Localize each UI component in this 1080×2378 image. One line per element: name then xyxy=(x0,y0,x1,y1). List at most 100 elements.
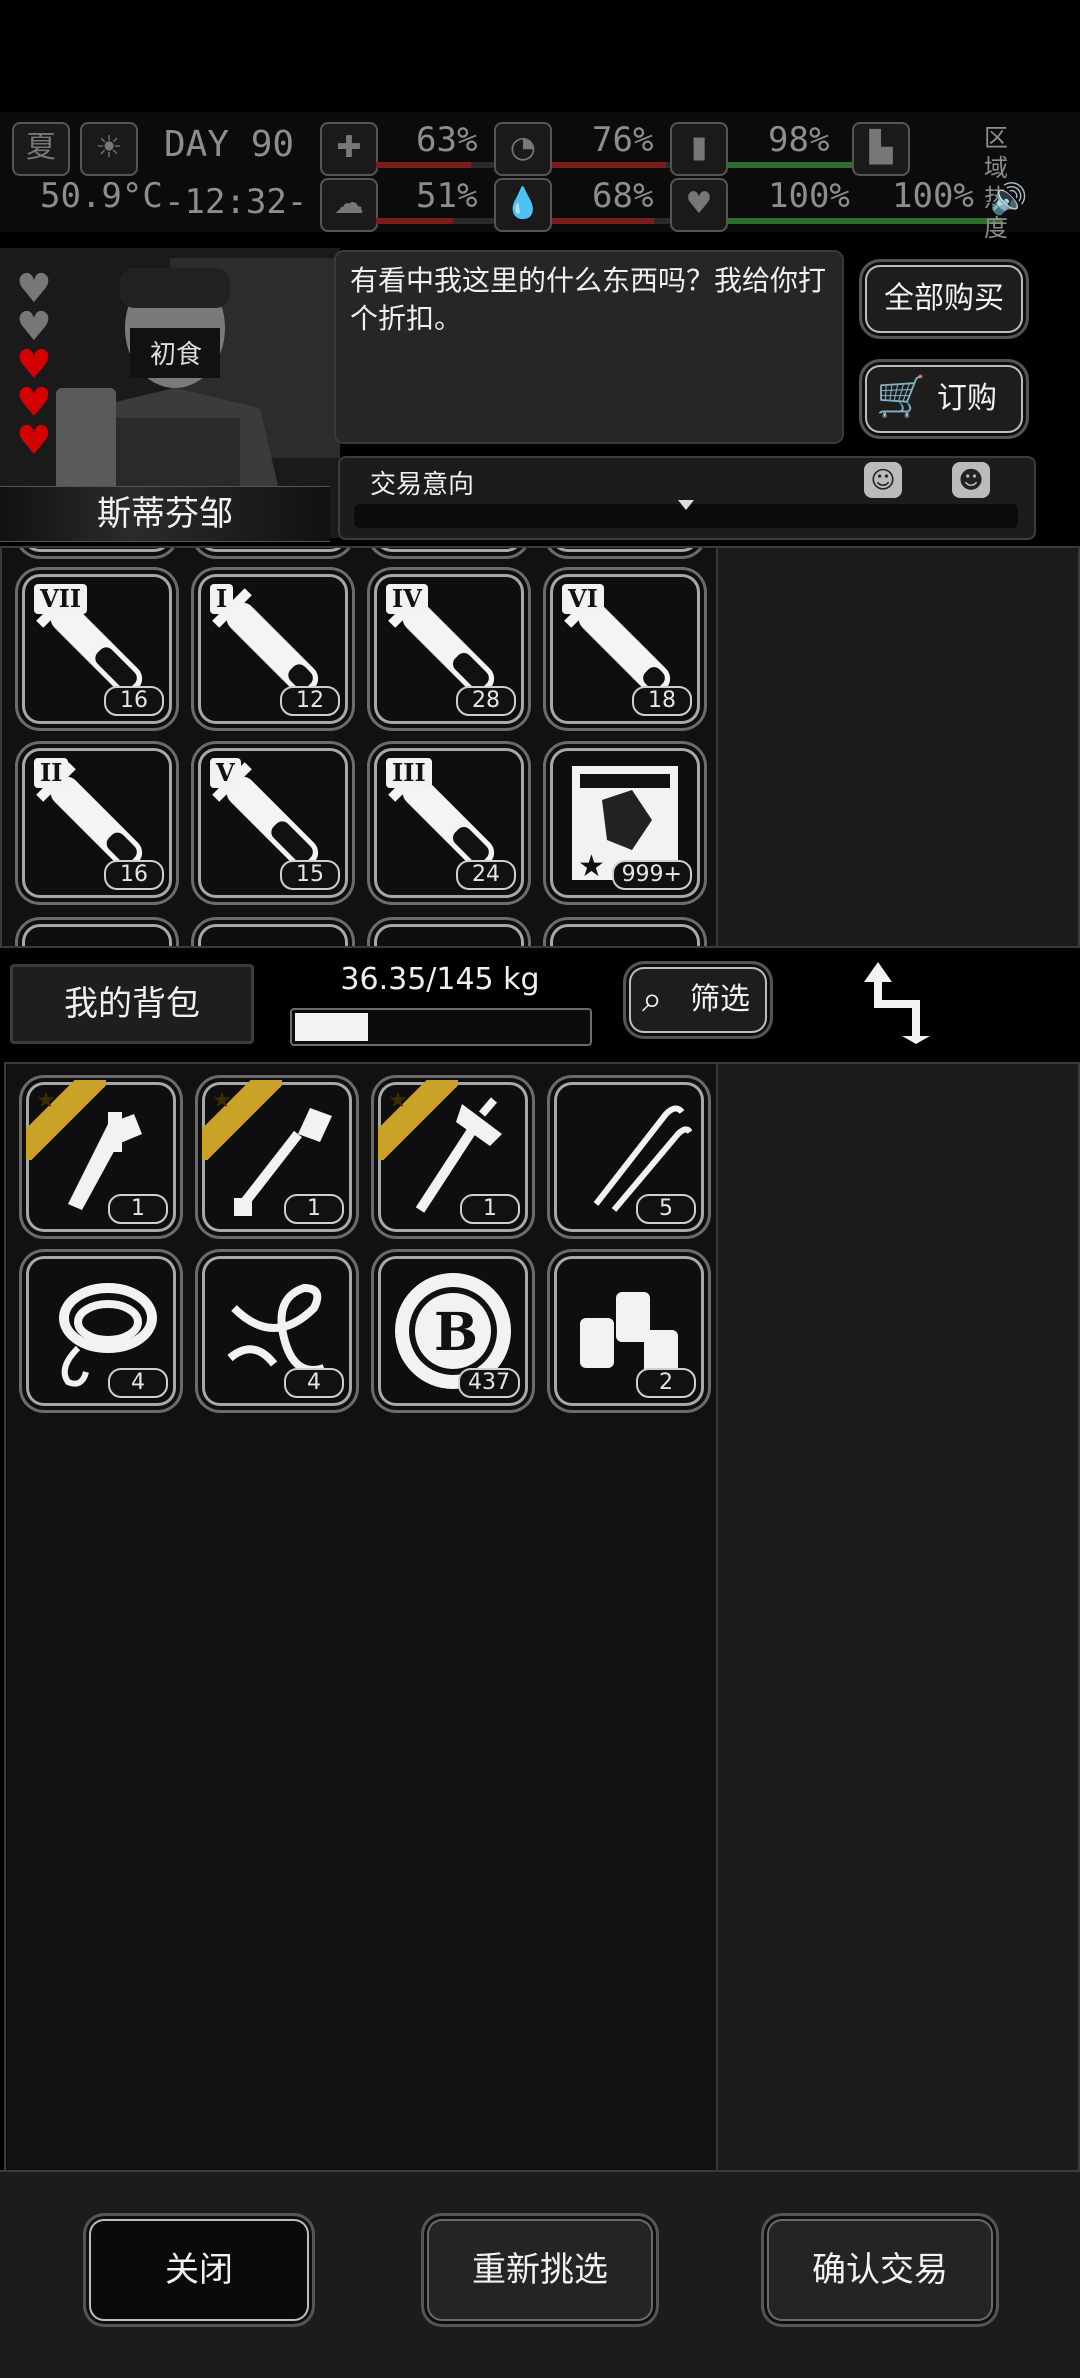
stat-level-fill xyxy=(552,218,654,224)
clock-value: -12:32- xyxy=(164,182,308,222)
neutral-face-icon: ☺ xyxy=(864,462,902,498)
trader-dialogue: 有看中我这里的什么东西吗？我给你打个折扣。 xyxy=(334,250,844,444)
water-drop-icon: 💧 xyxy=(494,178,552,232)
item-quantity: 28 xyxy=(456,686,516,716)
item-quantity: 1 xyxy=(108,1194,168,1224)
shop-item-slot-partial[interactable] xyxy=(18,548,176,556)
shop-item-slot[interactable]: VI 18 xyxy=(546,570,704,728)
backpack-detail-panel xyxy=(716,1062,1080,2174)
shop-item-slot[interactable]: III 24 xyxy=(370,744,528,902)
happy-face-icon: ☻ xyxy=(952,462,990,498)
status-bar: 夏 ☀ DAY 90 50.9°C -12:32- ✚ 63% ◔ 76% ▮ … xyxy=(0,112,1080,242)
tier-badge: V xyxy=(210,758,241,788)
cart-icon: 🛒 xyxy=(876,374,926,420)
health-stat: 63% xyxy=(376,120,526,168)
swap-arrows xyxy=(864,962,930,1044)
order-button[interactable]: 🛒 订购 xyxy=(862,362,1026,436)
shop-item-slot[interactable]: V 15 xyxy=(194,744,352,902)
trade-intent-label: 交易意向 xyxy=(370,470,475,500)
shop-item-slot-partial[interactable] xyxy=(194,548,352,556)
weight-bar-fill xyxy=(295,1013,369,1041)
season-icon: 夏 xyxy=(12,122,70,176)
shop-item-grid: VII 16 I 12 IV 28 VI 18 II 16 V 15 III 24 ★ 999+ xyxy=(0,546,718,948)
item-quantity: 4 xyxy=(284,1368,344,1398)
backpack-item-slot[interactable]: ★ 1 xyxy=(198,1078,356,1236)
tier-badge: VI xyxy=(562,584,604,614)
heart-empty-icon: ♥ xyxy=(16,266,52,312)
temperature-value: 50.9°C xyxy=(40,176,163,216)
backpack-item-grid: ★ 1 ★ 1 ★ 1 5 4 4 B 437 2 xyxy=(4,1062,718,2174)
backpack-item-slot[interactable]: 4 xyxy=(22,1252,180,1410)
shop-item-slot-partial[interactable] xyxy=(546,920,704,946)
filter-button[interactable]: ⌕ 筛选 xyxy=(626,964,770,1036)
item-quantity: 24 xyxy=(456,860,516,890)
speaker-icon[interactable]: 🔊 xyxy=(990,182,1027,217)
backpack-label: 我的背包 xyxy=(10,964,254,1044)
weight-bar xyxy=(290,1008,592,1046)
item-quantity: 1 xyxy=(284,1194,344,1224)
heart-filled-icon: ♥ xyxy=(16,380,52,426)
shop-item-slot-partial[interactable] xyxy=(370,920,528,946)
item-quantity: 16 xyxy=(104,860,164,890)
medkit-icon: ✚ xyxy=(320,122,378,176)
stomach-icon: ◔ xyxy=(494,122,552,176)
sun-icon: ☀ xyxy=(80,122,138,176)
reselect-button[interactable]: 重新挑选 xyxy=(424,2216,656,2324)
intent-marker xyxy=(678,500,694,510)
trade-intent-panel: 交易意向 ☺ ☻ xyxy=(338,456,1036,540)
backpack-item-slot[interactable]: ★ 1 xyxy=(22,1078,180,1236)
backpack-item-slot[interactable]: ★ 1 xyxy=(374,1078,532,1236)
shop-item-slot-partial[interactable] xyxy=(370,548,528,556)
item-quantity: 18 xyxy=(632,686,692,716)
trader-name: 斯蒂芬邹 xyxy=(0,486,330,542)
backpack-item-slot[interactable]: 5 xyxy=(550,1078,708,1236)
tier-badge: I xyxy=(210,584,234,614)
thirst-stat: 68% xyxy=(552,176,702,224)
item-quantity: 4 xyxy=(108,1368,168,1398)
backpack-item-slot[interactable]: 2 xyxy=(550,1252,708,1410)
tier-badge: VII xyxy=(34,584,88,614)
shop-item-slot-partial[interactable] xyxy=(18,920,176,946)
shop-item-slot[interactable]: ★ 999+ xyxy=(546,744,704,902)
item-quantity: 2 xyxy=(636,1368,696,1398)
star-ribbon-icon: ★ xyxy=(26,1080,106,1160)
heart-empty-icon: ♥ xyxy=(16,304,52,350)
item-quantity: 16 xyxy=(104,686,164,716)
item-quantity: 999+ xyxy=(611,860,692,890)
stat-level-fill xyxy=(376,218,453,224)
shop-item-slot[interactable]: I 12 xyxy=(194,570,352,728)
shop-item-slot[interactable]: IV 28 xyxy=(370,570,528,728)
shop-item-slot-partial[interactable] xyxy=(194,920,352,946)
battery-icon: ▮ xyxy=(670,122,728,176)
heart-filled-icon: ♥ xyxy=(16,418,52,464)
shop-item-slot[interactable]: II 16 xyxy=(18,744,176,902)
stat-level-fill xyxy=(852,218,1002,224)
swap-icon[interactable] xyxy=(856,956,936,1046)
brain-icon: ☁ xyxy=(320,178,378,232)
item-quantity: 1 xyxy=(460,1194,520,1224)
item-quantity: 12 xyxy=(280,686,340,716)
close-button[interactable]: 关闭 xyxy=(86,2216,312,2324)
item-quantity: 5 xyxy=(636,1194,696,1224)
star-ribbon-icon: ★ xyxy=(202,1080,282,1160)
item-quantity: 437 xyxy=(458,1368,520,1398)
svg-text:初食: 初食 xyxy=(150,340,202,370)
item-quantity: 15 xyxy=(280,860,340,890)
tier-badge: IV xyxy=(386,584,428,614)
confirm-trade-button[interactable]: 确认交易 xyxy=(764,2216,996,2324)
backpack-item-slot[interactable]: 4 xyxy=(198,1252,356,1410)
backpack-item-slot[interactable]: B 437 xyxy=(374,1252,532,1410)
search-icon: ⌕ xyxy=(642,979,663,1020)
svg-text:★: ★ xyxy=(578,849,605,884)
heart-icon: ♥ xyxy=(670,178,728,232)
stat-level-fill xyxy=(552,162,666,168)
buy-all-button[interactable]: 全部购买 xyxy=(862,262,1026,336)
energy-stat: 98% xyxy=(728,120,878,168)
tier-badge: II xyxy=(34,758,69,788)
day-label: DAY 90 xyxy=(164,124,295,165)
backpack-weight: 36.35/145 kg xyxy=(340,962,540,997)
hunger-stat: 76% xyxy=(552,120,702,168)
svg-text:B: B xyxy=(434,1302,478,1363)
shop-item-slot[interactable]: VII 16 xyxy=(18,570,176,728)
shop-item-slot-partial[interactable] xyxy=(546,548,704,556)
